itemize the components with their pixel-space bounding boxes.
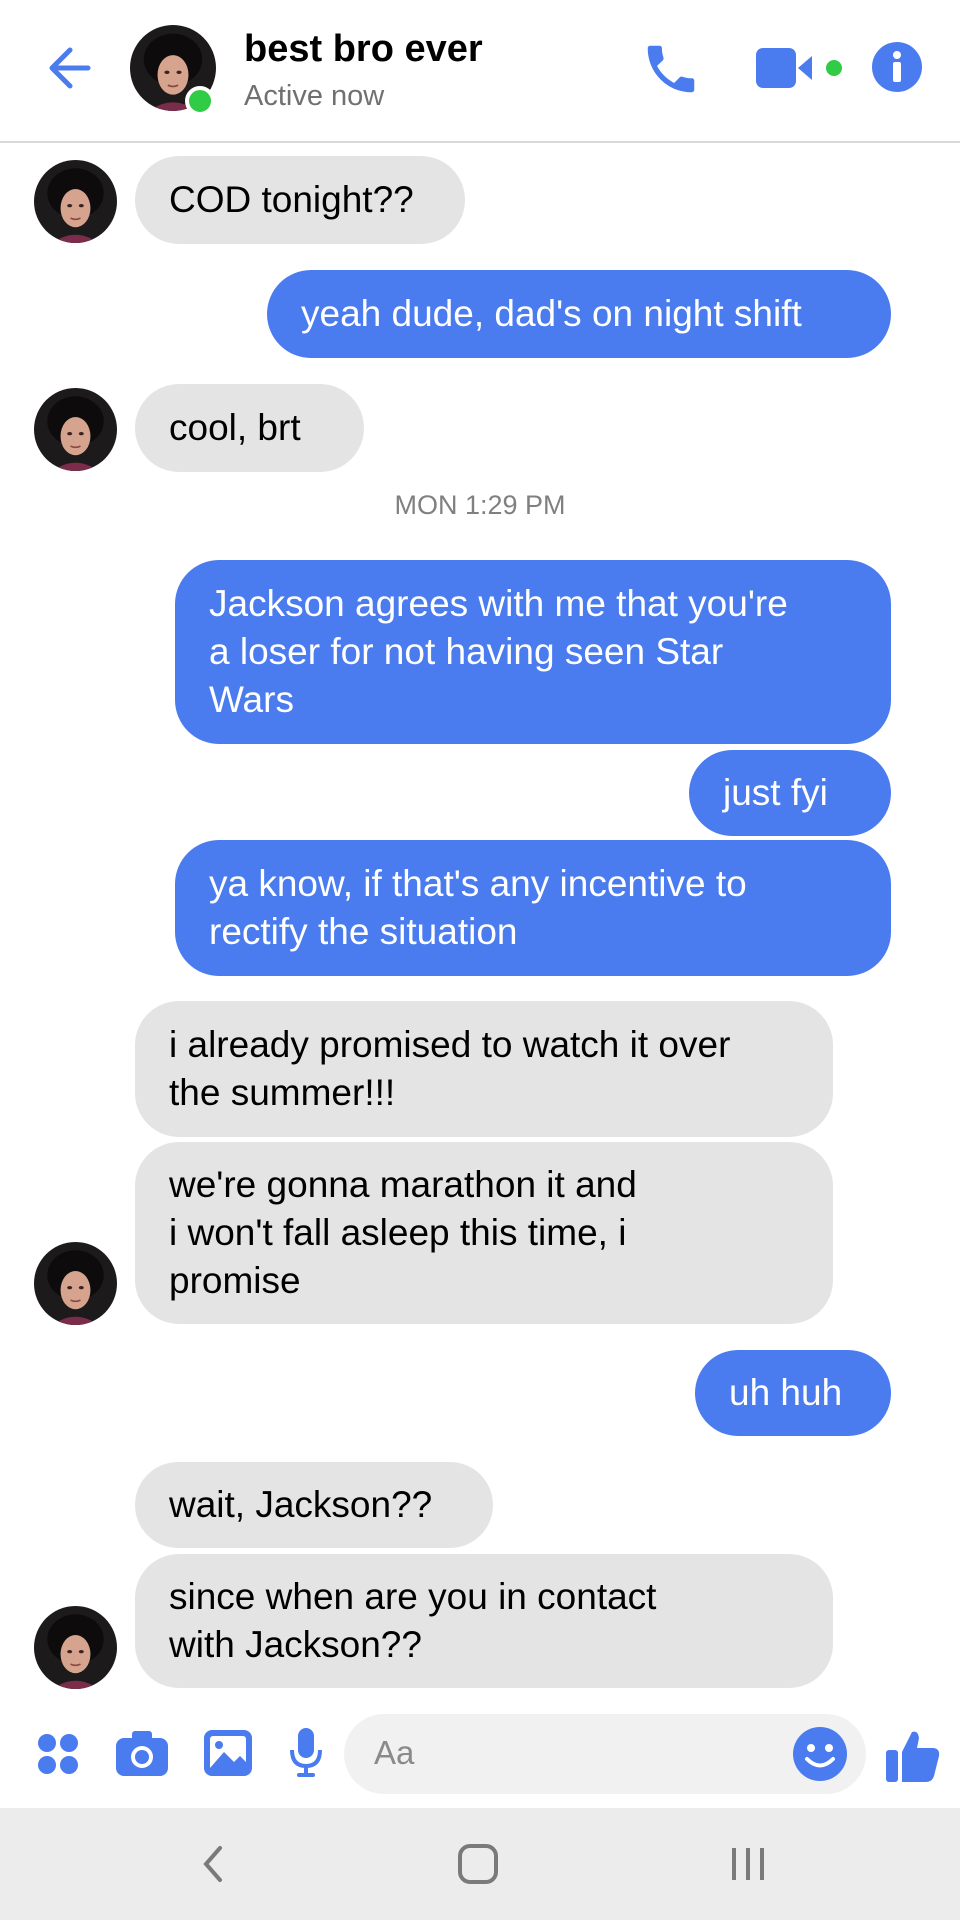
message-line: rectify the situation: [209, 911, 518, 952]
voice-button[interactable]: [288, 1726, 324, 1785]
message-incoming[interactable]: we're gonna marathon it and i won't fall…: [135, 1142, 833, 1324]
online-indicator: [185, 86, 215, 116]
info-button[interactable]: [870, 40, 924, 99]
smiley-icon: [793, 1727, 847, 1781]
message-line: i already promised to watch it over: [169, 1024, 731, 1065]
message-outgoing[interactable]: Jackson agrees with me that you're a los…: [175, 560, 891, 744]
message-line: Wars: [209, 679, 294, 720]
video-call-button[interactable]: [754, 44, 844, 99]
message-incoming[interactable]: i already promised to watch it over the …: [135, 1001, 833, 1137]
video-camera-icon: [756, 48, 842, 88]
message-text: uh huh: [729, 1372, 843, 1413]
system-navigation-bar: [0, 1808, 960, 1920]
recents-icon: [732, 1848, 764, 1880]
sender-avatar[interactable]: [34, 1606, 117, 1689]
message-line: a loser for not having seen Star: [209, 631, 724, 672]
contact-status: Active now: [244, 80, 385, 112]
message-line: Jackson agrees with me that you're: [209, 583, 788, 624]
message-text: wait, Jackson??: [169, 1484, 433, 1525]
message-line: since when are you in contact: [169, 1576, 657, 1617]
contact-name[interactable]: best bro ever: [244, 28, 483, 71]
back-button[interactable]: [40, 38, 100, 98]
message-incoming[interactable]: cool, brt: [135, 384, 364, 472]
message-input-placeholder: Aa: [374, 1734, 415, 1771]
microphone-icon: [290, 1728, 322, 1777]
info-icon: [872, 42, 922, 92]
call-button[interactable]: [640, 38, 702, 105]
message-input[interactable]: Aa: [344, 1714, 866, 1794]
phone-icon: [647, 45, 695, 93]
message-line: i won't fall asleep this time, i: [169, 1212, 627, 1253]
message-line: the summer!!!: [169, 1072, 396, 1113]
timestamp-divider: MON 1:29 PM: [394, 490, 566, 520]
camera-icon: [116, 1731, 168, 1776]
message-text: COD tonight??: [169, 179, 414, 220]
gallery-button[interactable]: [202, 1728, 254, 1783]
message-outgoing[interactable]: just fyi: [689, 750, 891, 836]
nav-recents-button[interactable]: [726, 1840, 770, 1893]
home-square-icon: [458, 1844, 498, 1884]
chevron-left-icon: [203, 1846, 222, 1882]
sender-avatar[interactable]: [34, 160, 117, 243]
emoji-button[interactable]: [792, 1726, 848, 1787]
message-line: we're gonna marathon it and: [169, 1164, 637, 1205]
message-outgoing[interactable]: yeah dude, dad's on night shift: [267, 270, 891, 358]
arrow-left-icon: [49, 47, 91, 89]
thumbs-up-icon: [886, 1731, 940, 1782]
sender-avatar[interactable]: [34, 1242, 117, 1325]
message-outgoing[interactable]: ya know, if that's any incentive to rect…: [175, 840, 891, 976]
message-text: cool, brt: [169, 407, 301, 448]
like-button[interactable]: [884, 1726, 942, 1789]
conversation-header: best bro ever Active now: [0, 0, 960, 143]
message-text: just fyi: [723, 772, 828, 813]
nav-home-button[interactable]: [454, 1840, 502, 1893]
four-dots-icon: [38, 1734, 78, 1774]
apps-button[interactable]: [36, 1732, 80, 1781]
message-composer: Aa: [0, 1690, 960, 1810]
message-text: yeah dude, dad's on night shift: [301, 293, 802, 334]
message-line: with Jackson??: [169, 1624, 422, 1665]
message-incoming[interactable]: since when are you in contact with Jacks…: [135, 1554, 833, 1688]
camera-button[interactable]: [114, 1728, 170, 1783]
message-line: promise: [169, 1260, 301, 1301]
message-outgoing[interactable]: uh huh: [695, 1350, 891, 1436]
image-icon: [204, 1730, 252, 1776]
sender-avatar[interactable]: [34, 388, 117, 471]
nav-back-button[interactable]: [192, 1840, 232, 1893]
message-line: ya know, if that's any incentive to: [209, 863, 747, 904]
message-incoming[interactable]: COD tonight??: [135, 156, 465, 244]
message-incoming[interactable]: wait, Jackson??: [135, 1462, 493, 1548]
